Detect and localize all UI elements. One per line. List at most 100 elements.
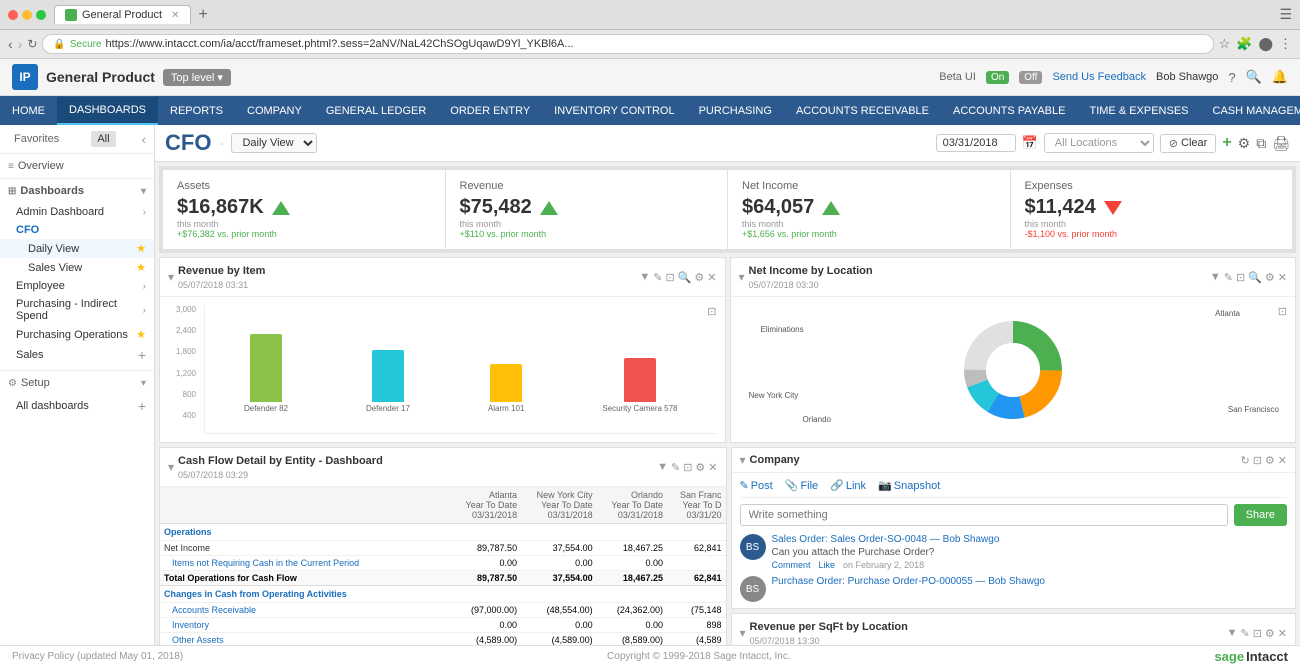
revenue-sqft-remove-button[interactable]: ✕ bbox=[1278, 627, 1287, 640]
cashflow-settings-button[interactable]: ⚙ bbox=[695, 461, 705, 474]
nav-item-gl[interactable]: GENERAL LEDGER bbox=[314, 98, 438, 124]
company-refresh-button[interactable]: ↻ bbox=[1240, 454, 1249, 467]
bookmark-icon[interactable]: ☆ bbox=[1219, 36, 1231, 52]
net-income-view-button[interactable]: ⊡ bbox=[1236, 271, 1245, 284]
company-settings-button[interactable]: ⚙ bbox=[1265, 454, 1275, 467]
toggle-on-badge[interactable]: On bbox=[986, 71, 1009, 84]
sidebar-collapse-icon[interactable]: ‹ bbox=[142, 132, 146, 147]
browser-tab[interactable]: General Product ✕ bbox=[54, 5, 191, 24]
kpi-expenses: Expenses $11,424 this month -$1,100 vs. … bbox=[1011, 170, 1293, 249]
revenue-search-button[interactable]: 🔍 bbox=[678, 271, 692, 284]
chrome-icon[interactable]: ⬤ bbox=[1258, 36, 1273, 52]
net-income-filter-button[interactable]: ▼ bbox=[1210, 271, 1221, 283]
nav-item-ap[interactable]: ACCOUNTS PAYABLE bbox=[941, 98, 1077, 124]
revenue-remove-button[interactable]: ✕ bbox=[707, 271, 716, 284]
nav-item-home[interactable]: HOME bbox=[0, 98, 57, 124]
revenue-sqft-collapse-button[interactable]: ▾ bbox=[740, 626, 746, 640]
kpi-net-income-value: $64,057 bbox=[742, 196, 814, 219]
sidebar-overview-header[interactable]: ≡ Overview bbox=[0, 154, 154, 178]
cashflow-collapse-button[interactable]: ▾ bbox=[168, 460, 174, 474]
comment-link-1[interactable]: Comment bbox=[772, 560, 811, 570]
tab-close-icon[interactable]: ✕ bbox=[171, 10, 179, 21]
company-collapse-button[interactable]: ▾ bbox=[740, 453, 746, 467]
address-bar[interactable]: 🔒 Secure https://www.intacct.com/ia/acct… bbox=[42, 34, 1213, 54]
add-widget-button[interactable]: + bbox=[1222, 134, 1231, 152]
revenue-view-button[interactable]: ⊡ bbox=[665, 271, 674, 284]
date-input[interactable] bbox=[936, 134, 1016, 152]
cashflow-remove-button[interactable]: ✕ bbox=[708, 461, 717, 474]
revenue-edit-button[interactable]: ✎ bbox=[653, 271, 662, 284]
sidebar-all-dashboards[interactable]: All dashboards + bbox=[0, 395, 154, 417]
favorites-tab[interactable]: Favorites bbox=[8, 131, 65, 147]
chart-expand-button[interactable]: ⊡ bbox=[707, 305, 716, 318]
like-link-1[interactable]: Like bbox=[819, 560, 836, 570]
top-level-button[interactable]: Top level ▾ bbox=[163, 69, 231, 86]
net-income-collapse-button[interactable]: ▾ bbox=[739, 270, 745, 284]
nav-item-reports[interactable]: REPORTS bbox=[158, 98, 235, 124]
sidebar-item-purchasing-indirect[interactable]: Purchasing - Indirect Spend › bbox=[0, 295, 154, 325]
refresh-button[interactable]: ↻ bbox=[27, 37, 37, 51]
sidebar-setup-header[interactable]: ⚙ Setup ▾ bbox=[0, 371, 154, 395]
revenue-sqft-filter-button[interactable]: ▼ bbox=[1227, 627, 1238, 640]
new-tab-button[interactable]: + bbox=[199, 6, 208, 24]
forward-button[interactable]: › bbox=[18, 36, 23, 52]
nav-item-company[interactable]: COMPANY bbox=[235, 98, 314, 124]
company-view-button[interactable]: ⊡ bbox=[1253, 454, 1262, 467]
revenue-sqft-view-button[interactable]: ⊡ bbox=[1253, 627, 1262, 640]
kpi-expenses-arrow-icon bbox=[1104, 201, 1122, 215]
net-income-edit-button[interactable]: ✎ bbox=[1224, 271, 1233, 284]
revenue-collapse-button[interactable]: ▾ bbox=[168, 270, 174, 284]
post-button[interactable]: ✎ Post bbox=[740, 479, 773, 492]
copy-button[interactable]: ⧉ bbox=[1256, 135, 1266, 152]
sidebar-sub-item-sales[interactable]: Sales View ★ bbox=[0, 258, 154, 277]
search-button[interactable]: 🔍 bbox=[1246, 69, 1262, 85]
link-button[interactable]: 🔗 Link bbox=[830, 479, 866, 492]
calendar-icon[interactable]: 📅 bbox=[1022, 135, 1038, 151]
net-income-settings-button[interactable]: ⚙ bbox=[1265, 271, 1275, 284]
view-dropdown[interactable]: Daily View bbox=[231, 133, 317, 153]
revenue-sqft-edit-button[interactable]: ✎ bbox=[1240, 627, 1249, 640]
revenue-filter-button[interactable]: ▼ bbox=[639, 271, 650, 283]
file-button[interactable]: 📎 File bbox=[785, 479, 818, 492]
send-feedback-link[interactable]: Send Us Feedback bbox=[1052, 71, 1146, 83]
nav-item-dashboards[interactable]: DASHBOARDS bbox=[57, 97, 158, 125]
sidebar-item-employee[interactable]: Employee › bbox=[0, 277, 154, 295]
revenue-sqft-header: ▾ Revenue per SqFt by Location 05/07/201… bbox=[732, 614, 1296, 645]
more-icon[interactable]: ⋮ bbox=[1279, 36, 1292, 52]
cashflow-view-button[interactable]: ⊡ bbox=[683, 461, 692, 474]
all-tab[interactable]: All bbox=[91, 131, 115, 147]
sidebar-sub-item-daily[interactable]: Daily View ★ bbox=[0, 239, 154, 258]
nav-item-ar[interactable]: ACCOUNTS RECEIVABLE bbox=[784, 98, 941, 124]
revenue-settings-button[interactable]: ⚙ bbox=[694, 271, 704, 284]
settings-button[interactable]: ⚙ bbox=[1238, 135, 1251, 152]
extensions-icon[interactable]: 🧩 bbox=[1236, 36, 1252, 52]
snapshot-button[interactable]: 📷 Snapshot bbox=[878, 479, 940, 492]
toggle-off-badge[interactable]: Off bbox=[1019, 71, 1042, 84]
donut-expand-button[interactable]: ⊡ bbox=[1278, 305, 1287, 318]
print-button[interactable]: 🖨 bbox=[1272, 135, 1290, 152]
sidebar-item-purchasing-ops[interactable]: Purchasing Operations ★ bbox=[0, 325, 154, 344]
cashflow-filter-button[interactable]: ▼ bbox=[657, 461, 668, 474]
sidebar-item-admin[interactable]: Admin Dashboard › bbox=[0, 203, 154, 221]
nav-item-inventory[interactable]: INVENTORY CONTROL bbox=[542, 98, 686, 124]
net-income-remove-button[interactable]: ✕ bbox=[1278, 271, 1287, 284]
sidebar-item-sales[interactable]: Sales + bbox=[0, 344, 154, 366]
net-income-search-button[interactable]: 🔍 bbox=[1248, 271, 1262, 284]
company-remove-button[interactable]: ✕ bbox=[1278, 454, 1287, 467]
cashflow-edit-button[interactable]: ✎ bbox=[671, 461, 680, 474]
sidebar-dashboards-header[interactable]: ⊞ Dashboards ▾ bbox=[0, 179, 154, 203]
nav-item-cash[interactable]: CASH MANAGEMENT bbox=[1201, 98, 1300, 124]
notifications-button[interactable]: 🔔 bbox=[1272, 69, 1288, 85]
nav-item-time[interactable]: TIME & EXPENSES bbox=[1077, 98, 1200, 124]
clear-button[interactable]: ⊘ Clear bbox=[1160, 134, 1217, 153]
revenue-sqft-settings-button[interactable]: ⚙ bbox=[1265, 627, 1275, 640]
browser-menu-icon[interactable]: ☰ bbox=[1279, 6, 1292, 23]
nav-item-order-entry[interactable]: ORDER ENTRY bbox=[438, 98, 542, 124]
back-button[interactable]: ‹ bbox=[8, 36, 13, 52]
location-select[interactable]: All Locations bbox=[1044, 133, 1154, 153]
sidebar-item-cfo[interactable]: CFO bbox=[0, 221, 154, 239]
share-button[interactable]: Share bbox=[1234, 504, 1287, 526]
company-post-input[interactable] bbox=[740, 504, 1228, 526]
help-button[interactable]: ? bbox=[1228, 70, 1235, 85]
nav-item-purchasing[interactable]: PURCHASING bbox=[687, 98, 784, 124]
